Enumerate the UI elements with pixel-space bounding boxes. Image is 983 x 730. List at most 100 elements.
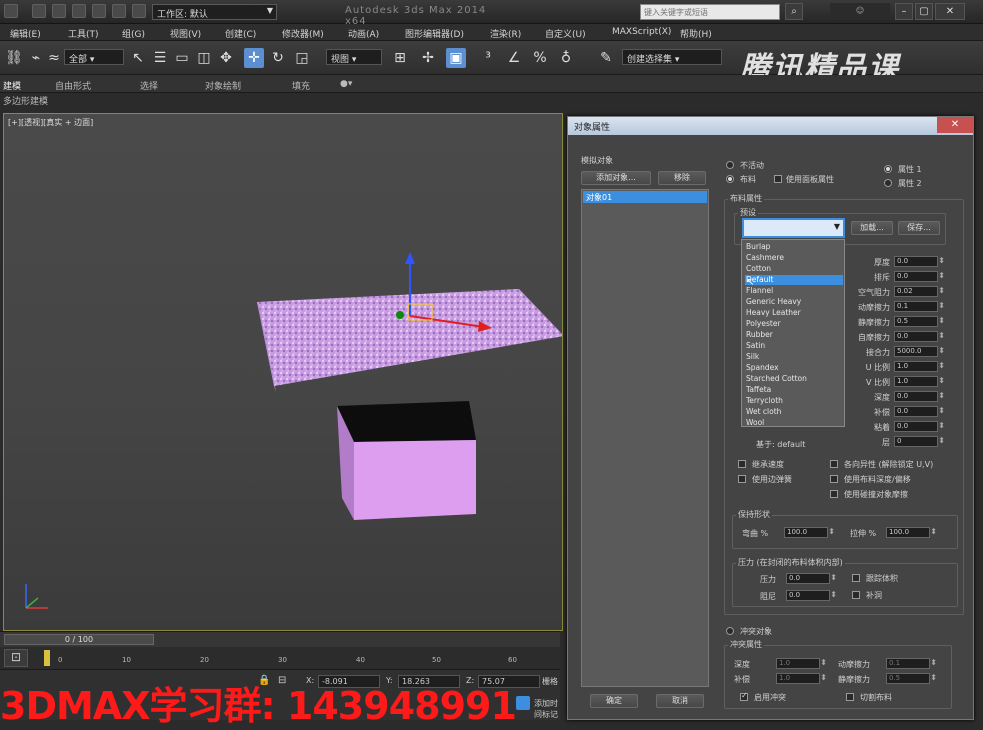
mini-curve-icon[interactable]: ⊡ [4, 649, 28, 667]
preset-option[interactable]: Cotton [745, 264, 843, 274]
enable-collisions-checkbox[interactable] [740, 691, 748, 701]
unlink-icon[interactable]: ⌁ [26, 48, 46, 68]
track-volume-checkbox[interactable] [852, 574, 860, 582]
minimize-button[interactable]: – [895, 3, 913, 20]
menu-rendering[interactable]: 渲染(R) [490, 27, 521, 40]
ribbon-tab-freeform[interactable]: 自由形式 [55, 79, 91, 92]
cloth-depth-checkbox[interactable] [830, 475, 838, 483]
new-file-icon[interactable] [32, 4, 46, 18]
load-button[interactable]: 加载... [851, 221, 893, 235]
manipulate-icon[interactable]: ✢ [418, 48, 438, 68]
add-objects-button[interactable]: 添加对象... [581, 171, 651, 185]
window-crossing-icon[interactable]: ◫ [194, 48, 214, 68]
close-button[interactable]: ✕ [935, 3, 965, 20]
menu-group[interactable]: 组(G) [122, 27, 145, 40]
stretch-pct-spinner[interactable]: 100.0 [886, 527, 937, 538]
param-spinner[interactable]: 0.0 [894, 391, 945, 402]
preset-option[interactable]: Rubber [745, 330, 843, 340]
spinner-snap-icon[interactable]: ♁ [556, 48, 576, 68]
preset-option[interactable]: Cashmere [745, 253, 843, 263]
cancel-button[interactable]: 取消 [656, 694, 704, 708]
menu-graph-editors[interactable]: 图形编辑器(D) [405, 27, 464, 40]
param-spinner[interactable]: 0 [894, 436, 945, 447]
add-time-tag-label[interactable]: 添加时间标记 [534, 698, 560, 720]
preset-option[interactable]: Satin [745, 341, 843, 351]
edge-springs-checkbox[interactable] [738, 475, 746, 483]
use-panel-props-checkbox[interactable] [774, 175, 782, 183]
search-input[interactable] [640, 4, 780, 20]
perspective-viewport[interactable]: [+][透视][真实 + 边面] [3, 113, 563, 631]
menu-tools[interactable]: 工具(T) [68, 27, 99, 40]
save-button[interactable]: 保存... [898, 221, 940, 235]
ribbon-tab-modeling[interactable]: 建模 [3, 79, 21, 92]
remove-button[interactable]: 移除 [658, 171, 706, 185]
ribbon-toggle-icon[interactable]: ●▾ [340, 79, 352, 89]
preset-option[interactable]: Burlap [745, 242, 843, 252]
selection-region-icon[interactable]: ▭ [172, 48, 192, 68]
object-list[interactable]: 对象01 [581, 189, 709, 687]
undo-icon[interactable] [92, 4, 106, 18]
ribbon-tab-selection[interactable]: 选择 [140, 79, 158, 92]
bind-space-warp-icon[interactable]: ≈ [44, 48, 64, 68]
dyn-friction-spinner[interactable]: 0.1 [886, 658, 937, 669]
preset-option[interactable]: Heavy Leather [745, 308, 843, 318]
param-spinner[interactable]: 0.0 [894, 406, 945, 417]
percent-snap-icon[interactable]: % [530, 48, 550, 68]
anisotropic-checkbox[interactable] [830, 460, 838, 468]
preset-option[interactable]: Wet cloth [745, 407, 843, 417]
menu-animation[interactable]: 动画(A) [348, 27, 379, 40]
menu-help[interactable]: 帮助(H) [680, 27, 712, 40]
collision-objects-radio[interactable] [726, 627, 734, 635]
inherit-velocity-checkbox[interactable] [738, 460, 746, 468]
param-spinner[interactable]: 0.0 [894, 331, 945, 342]
select-object-icon[interactable]: ↖ [128, 48, 148, 68]
pivot-center-icon[interactable]: ⊞ [390, 48, 410, 68]
preset-option-selected[interactable]: Default [745, 275, 843, 285]
menu-edit[interactable]: 编辑(E) [10, 27, 41, 40]
preset-option[interactable]: Polyester [745, 319, 843, 329]
dialog-close-button[interactable]: ✕ [937, 117, 973, 133]
param-spinner[interactable]: 5000.0 [894, 346, 945, 357]
scale-icon[interactable]: ◲ [292, 48, 312, 68]
pressure-spinner[interactable]: 0.0 [786, 573, 837, 584]
preset-option[interactable]: Silk [745, 352, 843, 362]
select-move-icon[interactable]: ✥ [216, 48, 236, 68]
select-move-active-icon[interactable]: ✛ [244, 48, 264, 68]
ok-button[interactable]: 确定 [590, 694, 638, 708]
preset-option[interactable]: Terrycloth [745, 396, 843, 406]
selection-filter-select[interactable]: 全部 ▾ [64, 49, 124, 65]
keyboard-shortcut-icon[interactable]: ▣ [446, 48, 466, 68]
preset-select[interactable]: ▼ [742, 218, 845, 238]
maximize-button[interactable]: ▢ [915, 3, 933, 20]
workspace-select[interactable]: 工作区: 默认 ▼ [152, 4, 277, 20]
open-file-icon[interactable] [52, 4, 66, 18]
ribbon-tab-populate[interactable]: 填充 [292, 79, 310, 92]
collision-friction-checkbox[interactable] [830, 490, 838, 498]
param-spinner[interactable]: 0.0 [894, 271, 945, 282]
scene-canvas[interactable] [4, 114, 562, 630]
menu-customize[interactable]: 自定义(U) [545, 27, 586, 40]
snap-3d-icon[interactable]: ³ [478, 48, 498, 68]
param-spinner[interactable]: 0.5 [894, 316, 945, 327]
save-file-icon[interactable] [72, 4, 86, 18]
static-friction-spinner[interactable]: 0.5 [886, 673, 937, 684]
angle-snap-icon[interactable]: ∠ [504, 48, 524, 68]
preset-option[interactable]: Starched Cotton [745, 374, 843, 384]
preset-option[interactable]: Flannel [745, 286, 843, 296]
edit-named-selection-icon[interactable]: ✎ [596, 48, 616, 68]
cloth-radio[interactable] [726, 175, 734, 183]
param-spinner[interactable]: 0.0 [894, 256, 945, 267]
damping-spinner[interactable]: 0.0 [786, 590, 837, 601]
bend-pct-spinner[interactable]: 100.0 [784, 527, 835, 538]
inactive-radio[interactable] [726, 161, 734, 169]
time-tag-icon[interactable] [516, 696, 530, 710]
preset-dropdown-list[interactable]: Burlap Cashmere Cotton Default Flannel G… [741, 239, 845, 427]
select-by-name-icon[interactable]: ☰ [150, 48, 170, 68]
depth-spinner[interactable]: 1.0 [776, 658, 827, 669]
offset-spinner[interactable]: 1.0 [776, 673, 827, 684]
menu-maxscript[interactable]: MAXScript(X) [612, 27, 671, 37]
cut-cloth-checkbox[interactable] [846, 693, 854, 701]
project-folder-icon[interactable] [132, 4, 146, 18]
param-spinner[interactable]: 1.0 [894, 361, 945, 372]
preset-option[interactable]: Taffeta [745, 385, 843, 395]
